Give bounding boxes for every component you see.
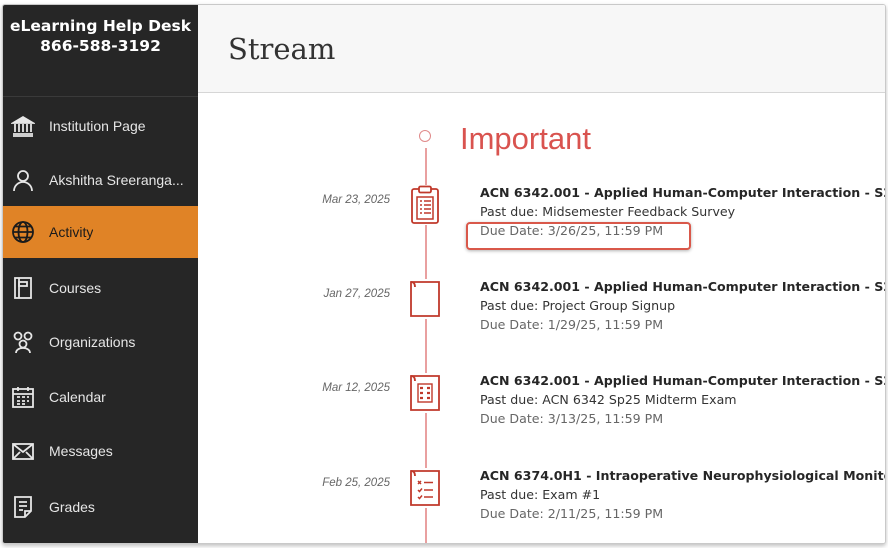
calendar-icon — [11, 385, 35, 409]
envelope-icon — [11, 439, 35, 463]
sidebar-item-organizations[interactable]: Organizations — [3, 316, 198, 368]
sidebar-item-activity[interactable]: Activity — [3, 206, 198, 258]
organizations-icon — [11, 330, 35, 354]
entry-date: Mar 23, 2025 — [322, 194, 390, 206]
globe-icon — [11, 220, 35, 244]
entry-course[interactable]: ACN 6342.001 - Applied Human-Computer In… — [480, 373, 885, 388]
sidebar-item-messages[interactable]: Messages — [3, 425, 198, 477]
courses-icon — [11, 276, 35, 300]
sidebar-item-courses[interactable]: Courses — [3, 262, 198, 314]
sidebar-item-label: Activity — [49, 224, 94, 240]
institution-icon — [11, 114, 35, 138]
sidebar-item-label: Institution Page — [49, 118, 146, 134]
page-title: Stream — [228, 31, 336, 66]
entry-past-due[interactable]: Past due: Exam #1 — [480, 487, 600, 502]
sidebar-item-profile[interactable]: Akshitha Sreeranga... — [3, 154, 198, 206]
sidebar-item-label: Grades — [49, 499, 95, 515]
sidebar-item-label: Courses — [49, 280, 102, 296]
entry-course[interactable]: ACN 6342.001 - Applied Human-Computer In… — [480, 185, 885, 200]
sidebar-item-grades[interactable]: Grades — [3, 481, 198, 533]
entry-date: Feb 25, 2025 — [322, 477, 390, 489]
helpdesk-phone: 866-588-3192 — [40, 37, 161, 55]
entry-past-due[interactable]: Past due: ACN 6342 Sp25 Midterm Exam — [480, 392, 737, 407]
document-icon — [407, 279, 443, 319]
entry-course[interactable]: ACN 6374.0H1 - Intraoperative Neurophysi… — [480, 468, 885, 483]
entry-date: Jan 27, 2025 — [323, 288, 390, 300]
sidebar-item-label: Organizations — [49, 334, 136, 350]
main-content: Stream Important Mar 23, 2025 ACN 6342.0… — [198, 5, 885, 543]
stream-entry[interactable]: Mar 12, 2025 ACN 6342.001 - Applied Huma… — [198, 373, 885, 443]
entry-course[interactable]: ACN 6342.001 - Applied Human-Computer In… — [480, 279, 885, 294]
entry-due-date: Due Date: 1/29/25, 11:59 PM — [480, 317, 664, 332]
stream-entry[interactable]: Feb 25, 2025 ACN 6374.0H1 - Intraoperati… — [198, 468, 885, 538]
sidebar-item-institution-page[interactable]: Institution Page — [3, 100, 198, 152]
page-header: Stream — [198, 5, 885, 93]
due-date-highlight-box — [466, 222, 691, 250]
user-icon — [11, 168, 35, 192]
test-grid-icon — [407, 373, 443, 413]
entry-past-due[interactable]: Past due: Project Group Signup — [480, 298, 675, 313]
helpdesk-banner[interactable]: eLearning Help Desk 866-588-3192 — [3, 5, 198, 97]
survey-clipboard-icon — [407, 185, 443, 225]
section-heading-important: Important — [460, 121, 591, 156]
sidebar-item-label: Akshitha Sreeranga... — [49, 172, 184, 188]
entry-due-date: Due Date: 3/13/25, 11:59 PM — [480, 411, 664, 426]
checklist-icon — [407, 468, 443, 508]
stream-entry[interactable]: Jan 27, 2025 ACN 6342.001 - Applied Huma… — [198, 279, 885, 349]
sidebar: eLearning Help Desk 866-588-3192 Institu… — [3, 5, 198, 543]
grades-icon — [11, 495, 35, 519]
entry-date: Mar 12, 2025 — [322, 382, 390, 394]
timeline-dot — [419, 130, 431, 142]
sidebar-item-label: Messages — [49, 443, 113, 459]
entry-due-date: Due Date: 2/11/25, 11:59 PM — [480, 506, 664, 521]
sidebar-item-calendar[interactable]: Calendar — [3, 371, 198, 423]
entry-past-due[interactable]: Past due: Midsemester Feedback Survey — [480, 204, 735, 219]
sidebar-item-label: Calendar — [49, 389, 106, 405]
helpdesk-title: eLearning Help Desk — [9, 17, 192, 35]
app-window: eLearning Help Desk 866-588-3192 Institu… — [2, 4, 886, 544]
